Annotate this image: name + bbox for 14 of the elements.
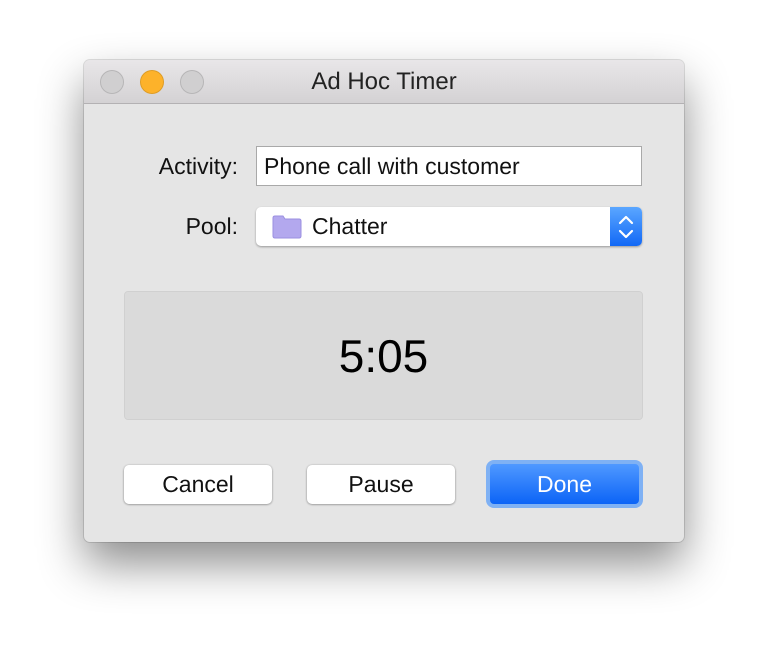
field-label: Activity: xyxy=(158,152,238,180)
dialog-button[interactable]: Pause xyxy=(307,464,455,504)
dialog-button[interactable]: Cancel xyxy=(124,464,272,504)
timer-display: 5:05 xyxy=(338,328,428,382)
pool-dropdown[interactable]: Chatter xyxy=(256,207,642,246)
done-button[interactable]: Done xyxy=(486,460,643,508)
window-control-icon[interactable] xyxy=(140,70,164,94)
activity-field[interactable]: Phone call with customer xyxy=(256,146,642,186)
window-control-icon[interactable] xyxy=(180,70,204,94)
folder-icon xyxy=(272,214,302,238)
stepper-icon xyxy=(610,207,642,246)
field-label: Pool: xyxy=(184,213,238,240)
window-control-icon[interactable] xyxy=(100,70,124,94)
window-title: Ad Hoc Timer xyxy=(311,68,457,96)
